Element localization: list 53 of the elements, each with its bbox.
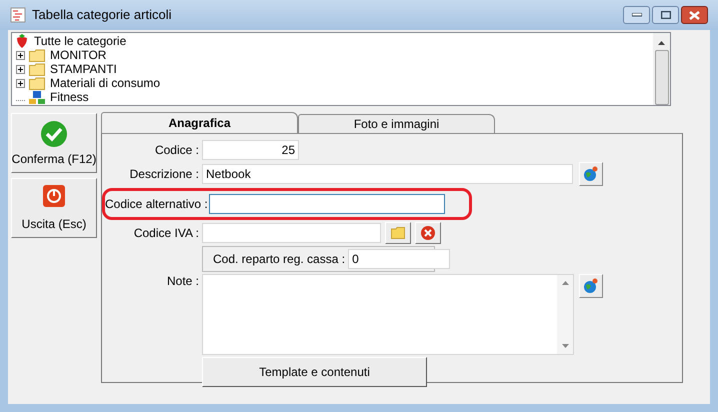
expand-icon[interactable]: [16, 50, 25, 60]
globe-button[interactable]: [579, 162, 603, 186]
scrollbar[interactable]: [653, 33, 670, 105]
app-icon: [10, 7, 26, 23]
maximize-icon: [660, 11, 670, 19]
field-label: Descrizione :: [128, 167, 200, 181]
scroll-down-icon[interactable]: [562, 344, 568, 348]
close-icon: [689, 10, 700, 20]
window-title: Tabella categorie articoli: [32, 8, 172, 22]
template-button[interactable]: Template e contenuti: [202, 357, 427, 387]
vat-code-field[interactable]: [202, 223, 381, 243]
browse-button[interactable]: [385, 222, 411, 244]
register-code-field[interactable]: 0: [348, 249, 450, 269]
scroll-up-icon[interactable]: [658, 41, 665, 45]
globe-icon: [583, 166, 599, 182]
globe-icon: [583, 278, 599, 294]
delete-icon: [420, 225, 436, 241]
globe-button[interactable]: [579, 274, 603, 298]
tree-root-label[interactable]: Tutte le categorie: [34, 34, 126, 48]
checkmark-icon: [40, 120, 68, 148]
minimize-button[interactable]: [623, 6, 650, 24]
minimize-icon: [632, 13, 642, 17]
code-field[interactable]: 25: [202, 140, 299, 160]
folder-icon: [29, 62, 45, 76]
field-label: Codice IVA :: [132, 226, 200, 240]
folder-icon: [29, 76, 45, 90]
tree-item-label[interactable]: MONITOR: [50, 48, 106, 62]
network-icon: [29, 90, 45, 104]
confirm-button[interactable]: Conferma (F12): [11, 113, 97, 173]
folder-icon: [29, 48, 45, 62]
folder-icon: [391, 227, 405, 239]
maximize-button[interactable]: [652, 6, 679, 24]
tab[interactable]: Foto e immagini: [298, 114, 495, 133]
tab[interactable]: Anagrafica: [101, 112, 298, 133]
tree-item-label[interactable]: Materiali di consumo: [50, 76, 160, 90]
note-field[interactable]: [202, 274, 574, 355]
exit-button[interactable]: Uscita (Esc): [11, 178, 97, 238]
scroll-thumb[interactable]: [654, 50, 668, 105]
field-label: Codice alternativo :: [105, 197, 209, 211]
field-label: Cod. reparto reg. cassa :: [213, 252, 346, 266]
scrollbar[interactable]: [557, 275, 573, 354]
description-field[interactable]: Netbook: [202, 164, 573, 184]
tree-item-label[interactable]: STAMPANTI: [50, 62, 117, 76]
power-icon: [43, 185, 65, 207]
expand-icon[interactable]: [16, 64, 25, 74]
expand-icon[interactable]: [16, 78, 25, 88]
strawberry-icon: [16, 34, 28, 48]
clear-button[interactable]: [415, 222, 441, 244]
alternative-code-field[interactable]: [209, 194, 445, 214]
field-label: Note :: [166, 274, 200, 288]
close-button[interactable]: [681, 6, 708, 24]
field-label: Codice :: [154, 143, 200, 157]
tree-item-label[interactable]: Fitness: [50, 90, 89, 104]
